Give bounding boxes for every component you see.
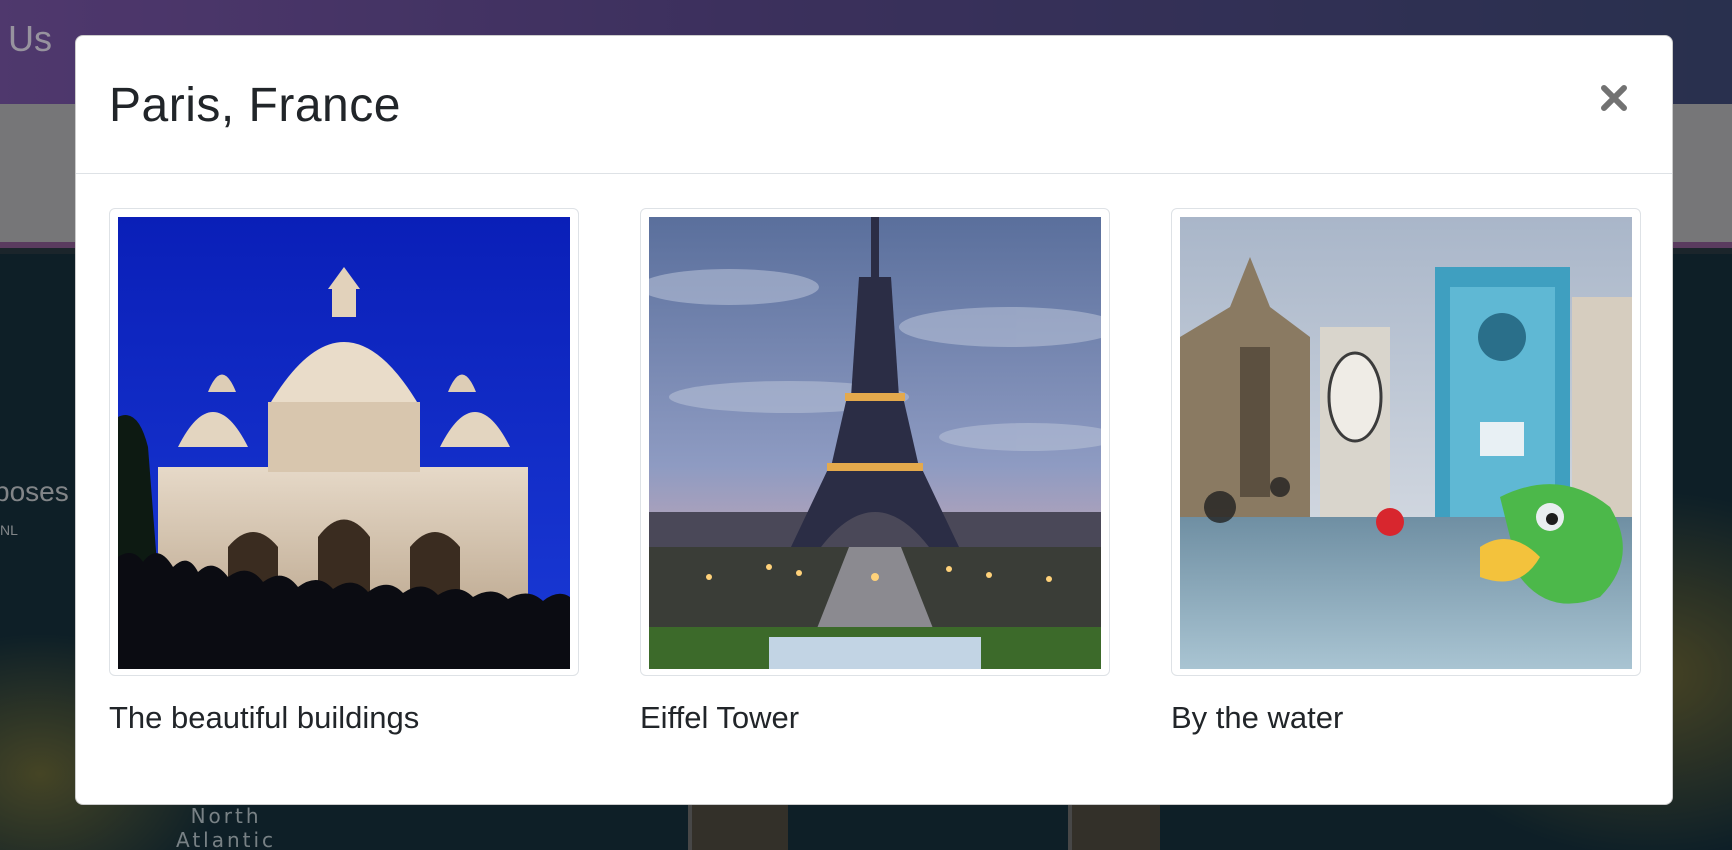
fountain-photo bbox=[1180, 217, 1632, 669]
photo-thumbnail[interactable] bbox=[109, 208, 579, 676]
photo-caption: By the water bbox=[1171, 700, 1344, 735]
modal-header: Paris, France bbox=[76, 36, 1672, 174]
close-button[interactable] bbox=[1592, 76, 1636, 120]
photo-gallery-modal: Paris, France The beautiful buildings Ei… bbox=[75, 35, 1673, 805]
modal-title: Paris, France bbox=[109, 79, 401, 132]
photo-thumbnail[interactable] bbox=[640, 208, 1110, 676]
gallery-card: By the water bbox=[1171, 208, 1641, 738]
photo-thumbnail[interactable] bbox=[1171, 208, 1641, 676]
gallery-card: Eiffel Tower bbox=[640, 208, 1110, 738]
eiffel-tower-photo bbox=[649, 217, 1101, 669]
basilica-photo bbox=[118, 217, 570, 669]
photo-caption: Eiffel Tower bbox=[640, 700, 800, 735]
photo-gallery: The beautiful buildings Eiffel Tower By … bbox=[109, 208, 1641, 788]
photo-caption: The beautiful buildings bbox=[109, 700, 420, 735]
gallery-card: The beautiful buildings bbox=[109, 208, 579, 738]
close-icon bbox=[1601, 85, 1627, 111]
